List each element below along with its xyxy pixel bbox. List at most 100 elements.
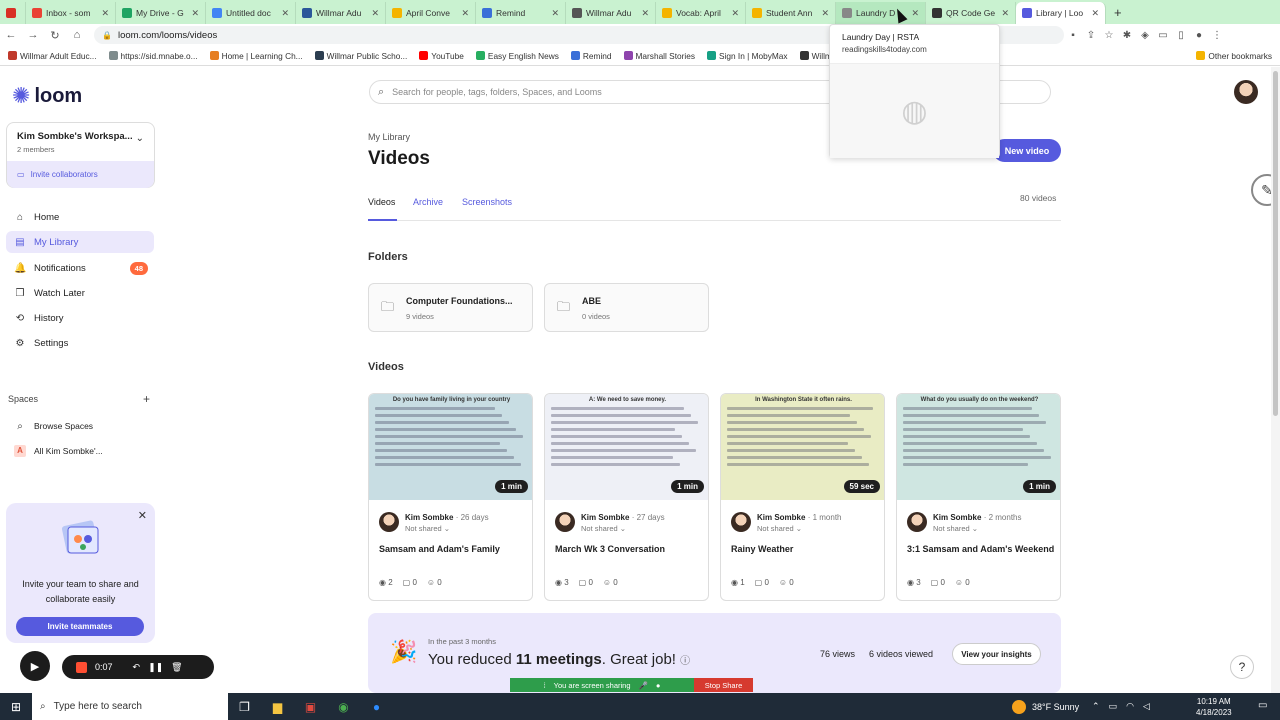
share-icon[interactable]: ⇪ (1082, 30, 1100, 41)
browser-tab[interactable] (0, 2, 26, 24)
taskbar-search[interactable]: ⌕ Type here to search (32, 693, 228, 720)
sidepanel-icon[interactable]: ▯ (1172, 30, 1190, 41)
sidebar-item-watch-later[interactable]: ❒ Watch Later (6, 282, 154, 304)
tab-close-icon[interactable]: ✕ (191, 8, 199, 19)
zoom-icon[interactable]: ● (360, 693, 393, 720)
forward-icon[interactable]: → (22, 29, 44, 41)
folder-card[interactable]: 🗀 ABE 0 videos (544, 283, 709, 332)
view-insights-button[interactable]: View your insights (952, 643, 1041, 665)
bookmark-item[interactable]: Other bookmarks (1196, 51, 1272, 61)
star-icon[interactable]: ☆ (1100, 30, 1118, 41)
video-card[interactable]: A: We need to save money. 1 min Kim Sombke… (544, 393, 709, 601)
info-icon[interactable]: ⓘ (680, 656, 690, 667)
back-icon[interactable]: ← (0, 29, 22, 41)
share-status-dropdown[interactable]: Not shared ⌄ (933, 524, 978, 533)
share-status-dropdown[interactable]: Not shared ⌄ (757, 524, 802, 533)
wifi-icon[interactable]: ◠ (1126, 701, 1134, 712)
tab-close-icon[interactable]: ✕ (281, 8, 289, 19)
cast-icon[interactable]: ▭ (1154, 30, 1172, 41)
undo-icon[interactable]: ↶ (133, 662, 141, 673)
video-title[interactable]: Samsam and Adam's Family (379, 542, 527, 556)
browser-tab[interactable]: Untitled doc ✕ (206, 2, 296, 24)
browser-tab[interactable]: Willmar Adu ✕ (566, 2, 656, 24)
browser-tab[interactable]: Student Ann ✕ (746, 2, 836, 24)
bookmark-item[interactable]: Sign In | MobyMax (707, 51, 788, 61)
bookmark-item[interactable]: Home | Learning Ch... (209, 51, 303, 61)
bookmark-item[interactable]: Remind (570, 51, 612, 61)
tab-close-icon[interactable]: ✕ (461, 8, 469, 19)
home-icon[interactable]: ⌂ (66, 29, 88, 41)
clock[interactable]: 10:19 AM 4/18/2023 (1196, 696, 1232, 718)
sidebar-item-home[interactable]: ⌂ Home (6, 206, 154, 228)
stop-share-button[interactable]: Stop Share (694, 678, 753, 692)
puzzle-icon[interactable]: ◈ (1136, 30, 1154, 41)
workspace-switcher[interactable]: Kim Sombke's Workspa... 2 members ⌄ ▭ In… (6, 122, 155, 188)
browser-tab[interactable]: Vocab: April ✕ (656, 2, 746, 24)
scrollbar[interactable] (1271, 67, 1280, 693)
user-avatar[interactable] (1234, 80, 1258, 104)
browser-tab[interactable]: Remind ✕ (476, 2, 566, 24)
tab-close-icon[interactable]: ✕ (371, 8, 379, 19)
space-item[interactable]: A All Kim Sombke'... (6, 440, 154, 462)
new-tab-button[interactable]: + (1106, 2, 1130, 24)
sidebar-item-settings[interactable]: ⚙ Settings (6, 332, 154, 354)
tab-archive[interactable]: Archive (413, 197, 443, 207)
space-item[interactable]: ⌕ Browse Spaces (6, 415, 154, 437)
menu-icon[interactable]: ⋮ (1208, 30, 1226, 41)
video-title[interactable]: March Wk 3 Conversation (555, 542, 703, 556)
chevron-up-icon[interactable]: ⌃ (1092, 701, 1100, 712)
app-icon[interactable]: ▣ (294, 693, 327, 720)
profile-icon[interactable]: ● (1190, 30, 1208, 41)
camera-icon[interactable]: ▪ (1064, 30, 1082, 41)
video-card[interactable]: Do you have family living in your countr… (368, 393, 533, 601)
task-view-icon[interactable]: ❐ (228, 693, 261, 720)
extension-icon[interactable]: ✱ (1118, 30, 1136, 41)
pause-icon[interactable]: ❚❚ (148, 662, 163, 673)
reload-icon[interactable]: ↻ (44, 29, 66, 42)
tab-close-icon[interactable]: ✕ (641, 8, 649, 19)
bookmark-item[interactable]: Easy English News (475, 51, 559, 61)
share-status-dropdown[interactable]: Not shared ⌄ (405, 524, 450, 533)
video-thumbnail[interactable]: What do you usually do on the weekend? 1 … (897, 394, 1060, 500)
sidebar-item-my-library[interactable]: ▤ My Library (6, 231, 154, 253)
invite-teammates-button[interactable]: Invite teammates (16, 617, 144, 636)
trash-icon[interactable]: 🗑 (171, 662, 182, 673)
scrollbar-thumb[interactable] (1273, 71, 1278, 416)
network-icon[interactable]: ▭ (1109, 701, 1118, 712)
tab-close-icon[interactable]: ✕ (551, 8, 559, 19)
bookmark-item[interactable]: Willmar Adult Educ... (8, 51, 97, 61)
video-title[interactable]: 3:1 Samsam and Adam's Weekend (907, 542, 1055, 556)
windows-start-icon[interactable]: ⊞ (0, 700, 32, 714)
new-video-button[interactable]: New video (993, 139, 1061, 162)
sidebar-item-history[interactable]: ⟲ History (6, 307, 154, 329)
video-card[interactable]: What do you usually do on the weekend? 1 … (896, 393, 1061, 601)
add-space-button[interactable]: + (143, 392, 150, 406)
file-explorer-icon[interactable]: ▆ (261, 693, 294, 720)
tab-close-icon[interactable]: ✕ (911, 8, 919, 19)
video-thumbnail[interactable]: In Washington State it often rains. 59 se… (721, 394, 884, 500)
loom-logo[interactable]: ✺ loom (12, 83, 82, 109)
browser-tab[interactable]: Inbox - som ✕ (26, 2, 116, 24)
breadcrumb[interactable]: My Library (368, 132, 410, 142)
bookmark-item[interactable]: Marshall Stories (623, 51, 695, 61)
video-card[interactable]: In Washington State it often rains. 59 se… (720, 393, 885, 601)
share-status-dropdown[interactable]: Not shared ⌄ (581, 524, 626, 533)
invite-collaborators-button[interactable]: ▭ Invite collaborators (7, 161, 154, 188)
chrome-icon[interactable]: ◉ (327, 693, 360, 720)
browser-tab[interactable]: Laundry D ✕ (836, 2, 926, 24)
tab-videos[interactable]: Videos (368, 197, 395, 207)
video-thumbnail[interactable]: Do you have family living in your countr… (369, 394, 532, 500)
bookmark-item[interactable]: https://sid.mnabe.o... (108, 51, 198, 61)
help-button[interactable]: ? (1230, 655, 1254, 679)
bookmark-item[interactable]: Willmar Public Scho... (314, 51, 407, 61)
browser-tab[interactable]: Willmar Adu ✕ (296, 2, 386, 24)
volume-icon[interactable]: ◁ (1143, 701, 1150, 712)
tab-close-icon[interactable]: ✕ (1091, 8, 1099, 19)
video-title[interactable]: Rainy Weather (731, 542, 879, 556)
bookmark-item[interactable]: YouTube (419, 51, 464, 61)
video-thumbnail[interactable]: A: We need to save money. 1 min (545, 394, 708, 500)
browser-tab[interactable]: April Conve ✕ (386, 2, 476, 24)
recorder-camera-button[interactable]: ▶ (20, 651, 50, 681)
stop-recording-button[interactable] (76, 661, 87, 673)
tab-close-icon[interactable]: ✕ (1001, 8, 1009, 19)
